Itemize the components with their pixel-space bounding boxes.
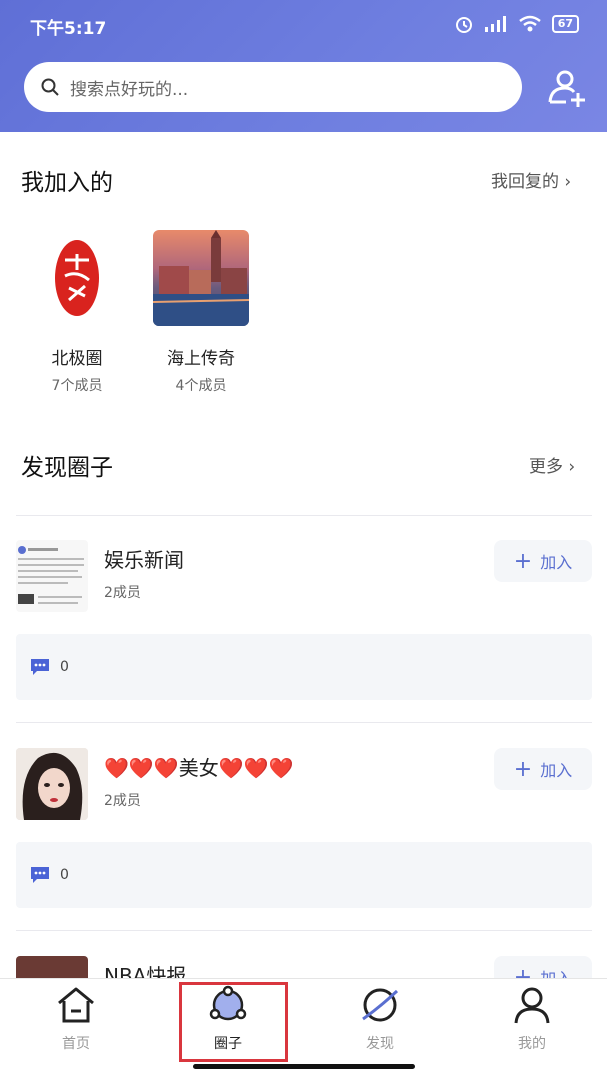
search-icon <box>41 78 59 96</box>
wifi-icon <box>518 15 541 32</box>
search-input[interactable]: 搜索点好玩的... <box>24 62 522 112</box>
group-avatar <box>16 748 88 820</box>
app-header: 下午5:17 67 搜索点好玩的... <box>0 0 607 132</box>
alarm-icon <box>455 17 472 33</box>
group-name: ❤️❤️❤️美女❤️❤️❤️ <box>104 756 294 780</box>
tab-home[interactable]: 首页 <box>26 985 126 1053</box>
comment-count: 0 <box>60 659 69 675</box>
divider <box>16 722 592 723</box>
tab-me[interactable]: 我的 <box>482 985 582 1053</box>
group-name: 海上传奇 <box>167 349 235 369</box>
signal-icon <box>484 16 506 32</box>
add-friend-icon[interactable] <box>545 66 587 108</box>
comment-icon <box>31 659 49 675</box>
status-time: 下午5:17 <box>30 19 107 39</box>
joined-group-item[interactable]: 海上传奇 4个成员 <box>141 230 261 395</box>
selection-highlight-box <box>179 982 288 1062</box>
my-replies-link[interactable]: 我回复的 › <box>491 167 571 192</box>
plus-icon: + <box>513 548 533 574</box>
news-screenshot-icon <box>18 546 84 604</box>
discover-section-title: 发现圈子 <box>21 455 113 481</box>
discover-group-card[interactable]: 娱乐新闻 2成员 + 加入 0 <box>16 540 592 706</box>
group-avatar <box>16 540 88 612</box>
plus-icon: + <box>513 756 533 782</box>
divider <box>16 930 592 931</box>
join-label: 加入 <box>540 761 573 780</box>
tab-label: 我的 <box>518 1036 546 1052</box>
more-link[interactable]: 更多 › <box>529 452 575 477</box>
discover-group-card[interactable]: ❤️❤️❤️美女❤️❤️❤️ 2成员 + 加入 0 <box>16 748 592 914</box>
group-name: 北极圈 <box>51 349 103 369</box>
tab-label: 发现 <box>366 1036 394 1052</box>
city-photo-icon <box>153 230 249 326</box>
tab-label: 首页 <box>62 1036 90 1052</box>
member-count: 2成员 <box>104 793 141 809</box>
join-button[interactable]: + 加入 <box>494 748 592 790</box>
member-count: 7个成员 <box>51 378 103 394</box>
member-count: 4个成员 <box>175 378 227 394</box>
home-indicator <box>193 1064 415 1069</box>
planet-icon <box>362 988 399 1022</box>
red-seal-logo-icon <box>55 240 99 316</box>
tab-discover[interactable]: 发现 <box>330 985 430 1053</box>
portrait-photo-icon <box>16 748 88 820</box>
user-icon <box>514 987 550 1024</box>
join-button[interactable]: + 加入 <box>494 540 592 582</box>
group-avatar <box>153 230 249 326</box>
comment-icon <box>31 867 49 883</box>
joined-group-item[interactable]: 北极圈 7个成员 <box>17 230 137 395</box>
comment-count: 0 <box>60 867 69 883</box>
group-stats: 0 <box>16 634 592 700</box>
group-stats: 0 <box>16 842 592 908</box>
status-icons: 67 <box>454 14 579 34</box>
home-icon <box>58 987 94 1023</box>
group-avatar <box>29 230 125 326</box>
member-count: 2成员 <box>104 585 141 601</box>
status-bar: 下午5:17 67 <box>0 0 607 50</box>
divider <box>16 515 592 516</box>
join-label: 加入 <box>540 553 573 572</box>
group-name: 娱乐新闻 <box>104 548 184 572</box>
battery-indicator: 67 <box>551 15 579 33</box>
search-placeholder: 搜索点好玩的... <box>70 79 189 100</box>
joined-section-title: 我加入的 <box>21 170 113 196</box>
